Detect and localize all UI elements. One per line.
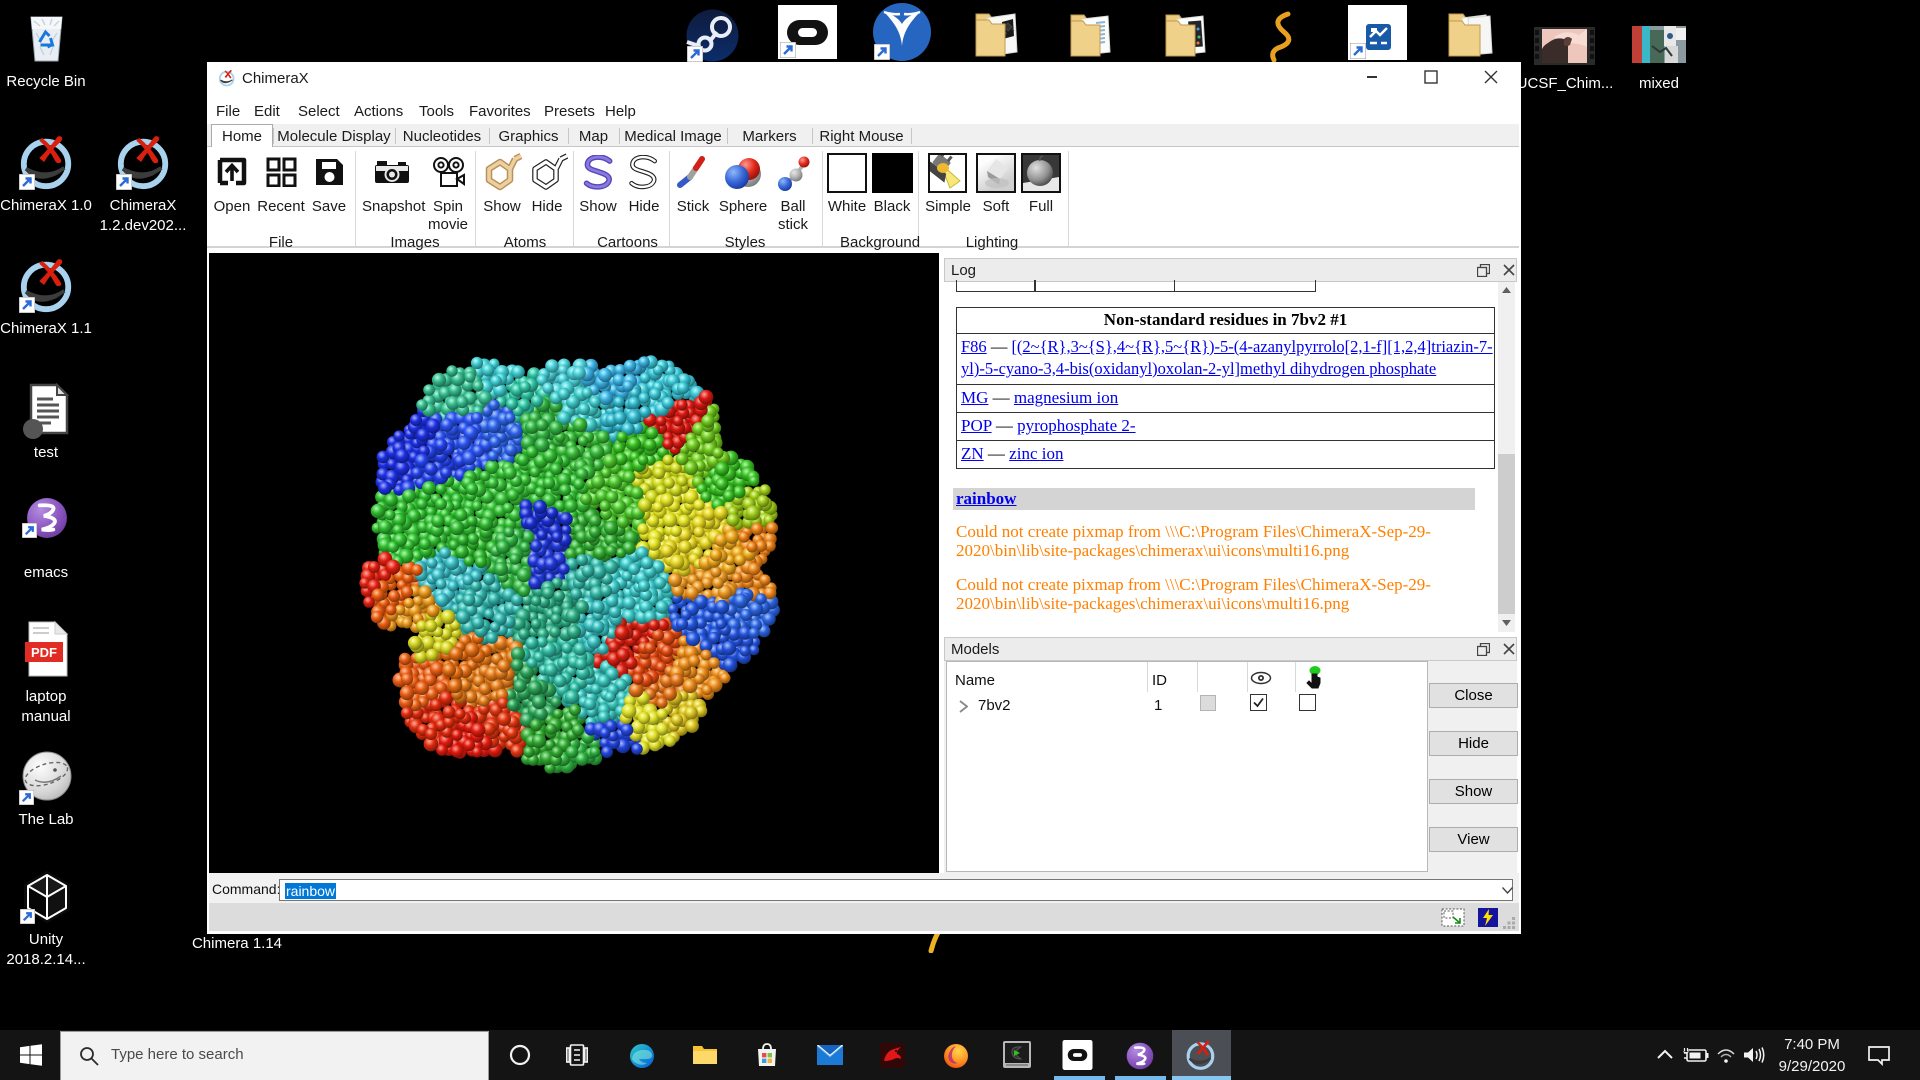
svg-text:PDF: PDF (31, 645, 57, 660)
